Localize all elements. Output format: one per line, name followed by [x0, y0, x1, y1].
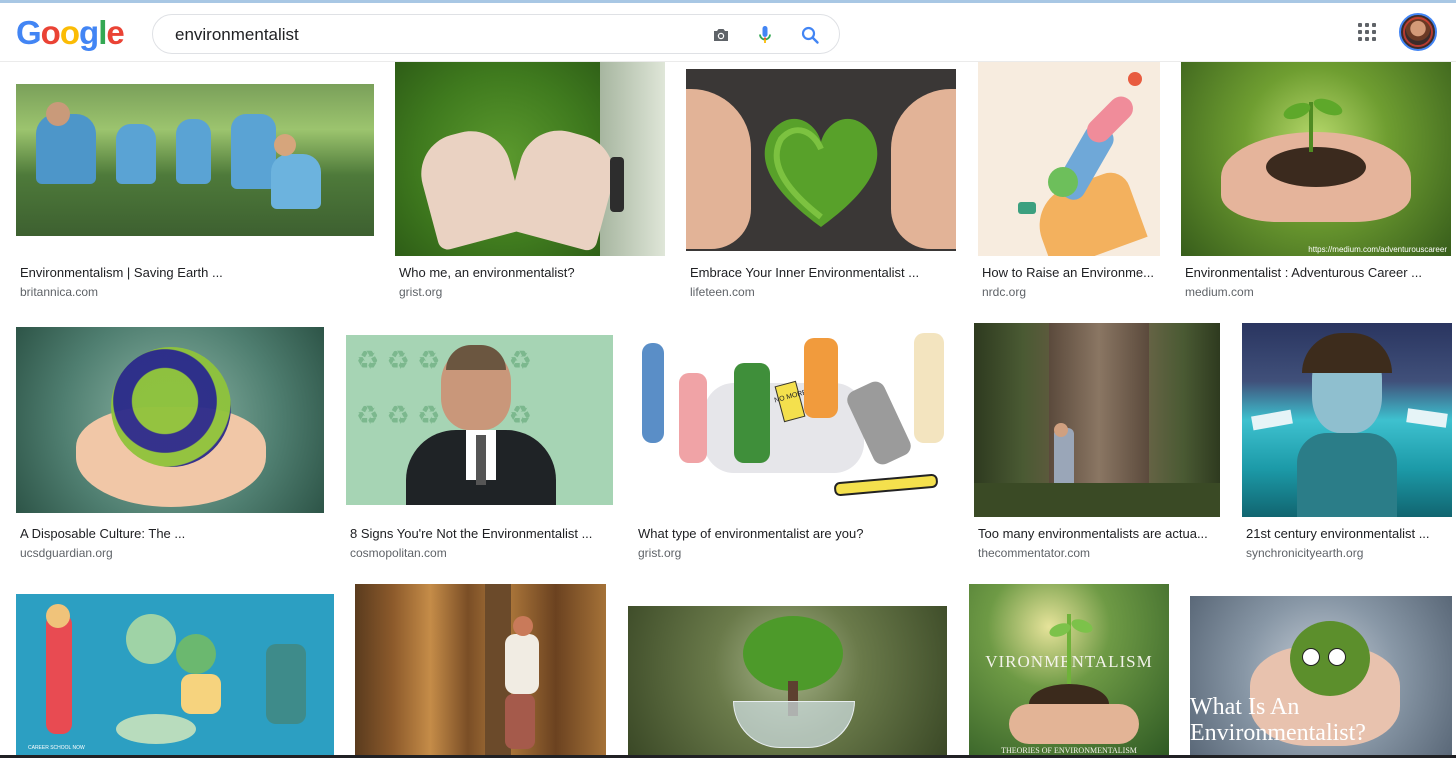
result-card[interactable] — [628, 584, 947, 755]
result-card[interactable]: How to Raise an Environme... nrdc.org — [978, 62, 1160, 307]
result-title[interactable]: Who me, an environmentalist? — [399, 265, 665, 281]
eye-icon — [1302, 648, 1320, 666]
result-card[interactable]: Environmentalism | Saving Earth ... brit… — [16, 62, 374, 307]
result-image-environmentalism-seedling[interactable]: VIRONMENTALISM THEORIES OF ENVIRONMENTAL… — [969, 584, 1169, 755]
result-image-volunteers[interactable] — [16, 84, 374, 236]
result-card[interactable]: Who me, an environmentalist? grist.org — [395, 62, 665, 307]
result-image-seedling-hands[interactable]: https://medium.com/adventurouscareer — [1181, 62, 1451, 256]
result-card[interactable]: What Is An Environmentalist? — [1190, 584, 1452, 755]
search-icon[interactable] — [798, 23, 822, 47]
result-card[interactable] — [355, 584, 606, 755]
result-card[interactable]: ♻ ♻ ♻ ♻ ♻ ♻ ♻ ♻ ♻ ♻ ♻ ♻ 8 Signs You're N… — [346, 323, 613, 568]
image-overlay-text: What Is An — [1190, 694, 1300, 720]
result-card[interactable]: CAREER SCHOOL NOW — [16, 584, 334, 755]
result-card[interactable]: https://medium.com/adventurouscareer Env… — [1181, 62, 1451, 307]
google-logo[interactable]: Google — [16, 14, 125, 52]
logo-letter: g — [79, 14, 99, 51]
result-image-underwater-painting[interactable] — [1242, 323, 1452, 517]
result-source[interactable]: britannica.com — [20, 285, 98, 300]
result-source[interactable]: ucsdguardian.org — [20, 546, 113, 561]
logo-letter: o — [59, 14, 80, 51]
microphone-icon[interactable] — [753, 23, 777, 47]
result-title[interactable]: 21st century environmentalist ... — [1246, 526, 1452, 542]
result-title[interactable]: Environmentalism | Saving Earth ... — [20, 265, 374, 281]
logo-letter: l — [98, 14, 107, 51]
result-image-moss-heart[interactable] — [686, 69, 956, 251]
result-title[interactable]: 8 Signs You're Not the Environmentalist … — [350, 526, 613, 542]
result-image-moss-ball-eyes[interactable]: What Is An Environmentalist? — [1190, 596, 1452, 755]
result-image-redwood[interactable] — [974, 323, 1220, 517]
result-source[interactable]: thecommentator.com — [978, 546, 1090, 561]
logo-letter: G — [16, 14, 42, 51]
logo-letter: e — [106, 14, 124, 51]
result-image-gardeners-illustration[interactable]: CAREER SCHOOL NOW — [16, 594, 334, 755]
result-source[interactable]: grist.org — [399, 285, 442, 300]
result-source[interactable]: lifeteen.com — [690, 285, 755, 300]
result-image-earth-hands[interactable] — [16, 327, 324, 513]
result-image-tree-globe[interactable] — [628, 606, 947, 755]
result-card[interactable]: NO MORE! What type of environmentalist a… — [634, 323, 952, 568]
search-header: Google — [0, 3, 1456, 62]
apps-grid-icon[interactable] — [1358, 23, 1378, 43]
result-source[interactable]: grist.org — [638, 546, 681, 561]
result-title[interactable]: Embrace Your Inner Environmentalist ... — [690, 265, 956, 281]
logo-letter: o — [40, 14, 61, 51]
account-avatar[interactable] — [1399, 13, 1437, 51]
result-card[interactable]: A Disposable Culture: The ... ucsdguardi… — [16, 323, 324, 568]
image-overlay-text: THEORIES OF ENVIRONMENTALISM — [1001, 746, 1137, 755]
image-overlay-text: Environmentalist? — [1190, 720, 1366, 746]
image-watermark: CAREER SCHOOL NOW — [28, 745, 85, 751]
result-source[interactable]: cosmopolitan.com — [350, 546, 447, 561]
eye-icon — [1328, 648, 1346, 666]
result-image-illustrated-hand[interactable] — [978, 62, 1160, 256]
result-image-man-hugging-tree[interactable] — [355, 584, 606, 755]
result-title[interactable]: Environmentalist : Adventurous Career ..… — [1185, 265, 1451, 281]
camera-icon[interactable] — [709, 23, 733, 47]
result-card[interactable]: VIRONMENTALISM THEORIES OF ENVIRONMENTAL… — [969, 584, 1169, 755]
result-image-cartoon[interactable]: NO MORE! — [634, 323, 952, 517]
result-source[interactable]: medium.com — [1185, 285, 1254, 300]
result-title[interactable]: Too many environmentalists are actua... — [978, 526, 1218, 542]
result-title[interactable]: A Disposable Culture: The ... — [20, 526, 320, 542]
result-title[interactable]: How to Raise an Environme... — [982, 265, 1157, 281]
result-source[interactable]: synchronicityearth.org — [1246, 546, 1363, 561]
image-watermark: https://medium.com/adventurouscareer — [1308, 245, 1447, 254]
result-card[interactable]: Embrace Your Inner Environmentalist ... … — [686, 62, 956, 307]
result-image-heart-moss[interactable] — [395, 62, 665, 256]
result-source[interactable]: nrdc.org — [982, 285, 1026, 300]
result-card[interactable]: 21st century environmentalist ... synchr… — [1242, 323, 1452, 568]
search-box — [152, 14, 840, 54]
result-title[interactable]: What type of environmentalist are you? — [638, 526, 952, 542]
search-input[interactable] — [173, 23, 697, 47]
result-image-man-recycling[interactable]: ♻ ♻ ♻ ♻ ♻ ♻ ♻ ♻ ♻ ♻ ♻ ♻ — [346, 335, 613, 505]
result-card[interactable]: Too many environmentalists are actua... … — [974, 323, 1220, 568]
